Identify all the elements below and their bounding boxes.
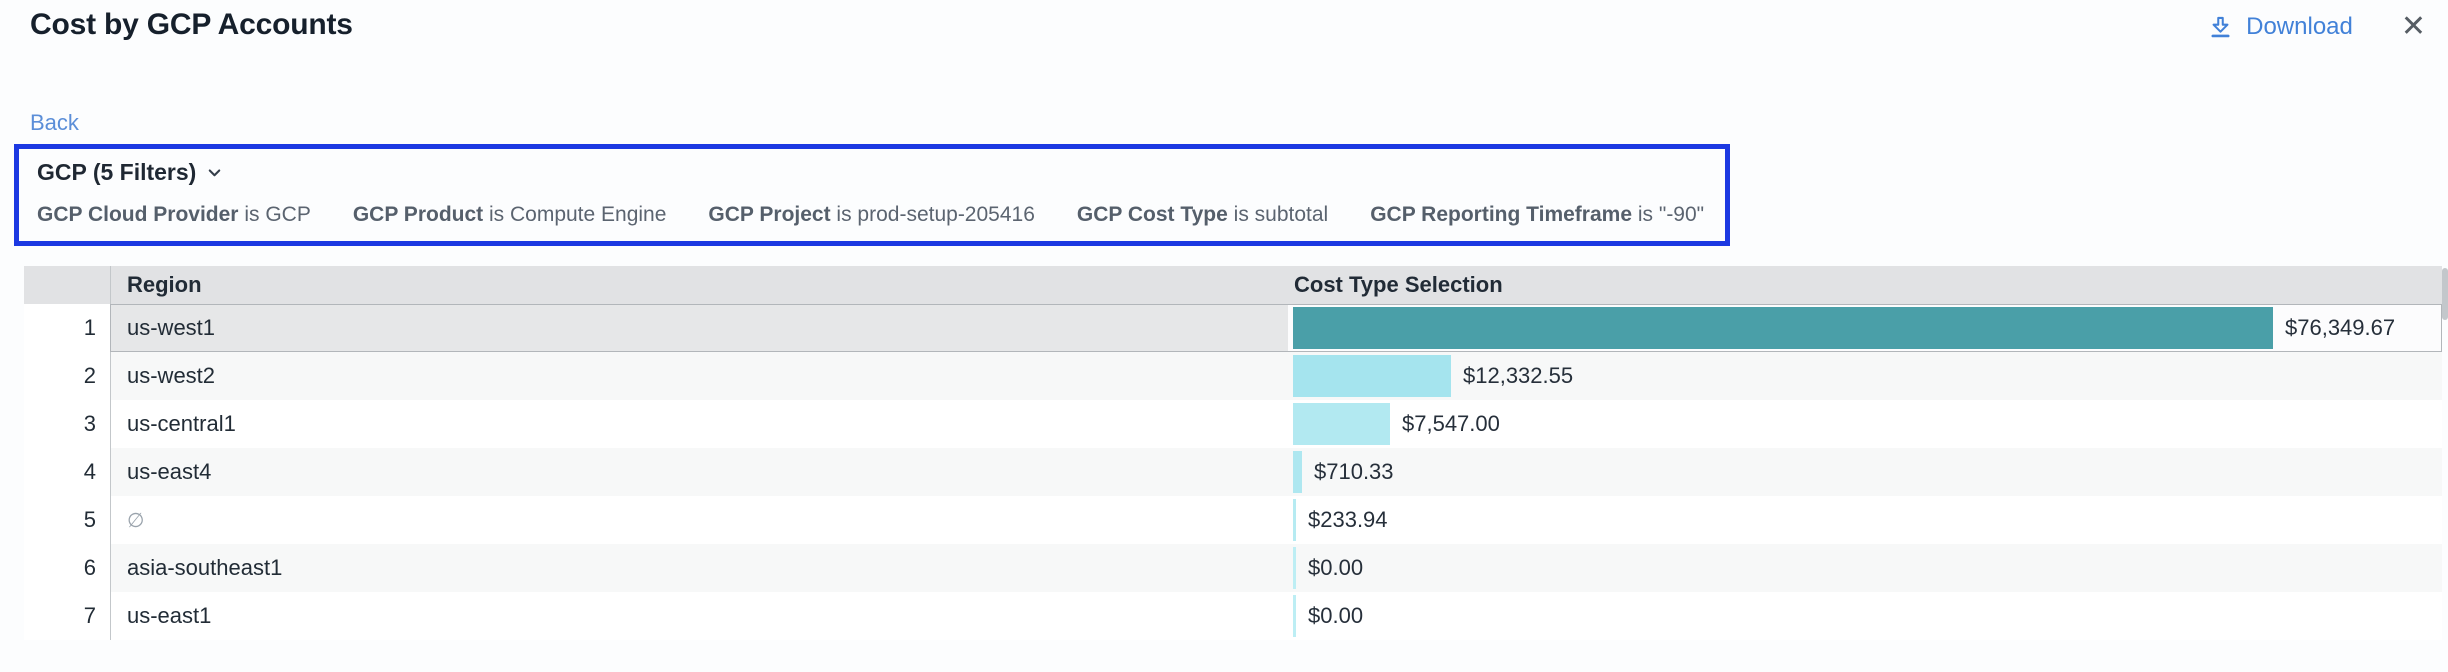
table-row[interactable]: 2 us-west2 $12,332.55 <box>24 352 2442 400</box>
row-number: 3 <box>24 400 110 448</box>
table-row[interactable]: 3 us-central1 $7,547.00 <box>24 400 2442 448</box>
cost-bar <box>1293 307 2273 349</box>
cost-value: $0.00 <box>1308 555 1363 581</box>
download-icon <box>2207 14 2234 41</box>
filter-condition: is subtotal <box>1234 203 1329 226</box>
row-number: 7 <box>24 592 110 640</box>
filter-chip[interactable]: GCP Product is Compute Engine <box>353 203 667 227</box>
cost-value: $0.00 <box>1308 603 1363 629</box>
cost-value: $12,332.55 <box>1463 363 1573 389</box>
filter-name: GCP Cost Type <box>1077 203 1228 226</box>
table-row[interactable]: 1 us-west1 $76,349.67 <box>24 304 2442 352</box>
table-row[interactable]: 6 asia-southeast1 $0.00 <box>24 544 2442 592</box>
region-cell[interactable]: us-west1 <box>110 304 1288 352</box>
top-actions: Download ✕ <box>2207 12 2426 42</box>
cost-value: $710.33 <box>1314 459 1394 485</box>
chevron-down-icon <box>205 163 224 182</box>
table-row[interactable]: 7 us-east1 $0.00 <box>24 592 2442 640</box>
region-cell[interactable]: asia-southeast1 <box>110 544 1288 592</box>
region-cell[interactable]: us-central1 <box>110 400 1288 448</box>
table-header-row: Region Cost Type Selection <box>24 266 2442 304</box>
cost-cell[interactable]: $710.33 <box>1288 448 2442 496</box>
column-header-region[interactable]: Region <box>110 266 1288 304</box>
cost-drill-modal: Cost by GCP Accounts Download ✕ Back GCP… <box>0 0 2448 672</box>
cost-cell[interactable]: $12,332.55 <box>1288 352 2442 400</box>
row-number: 4 <box>24 448 110 496</box>
filter-chip[interactable]: GCP Project is prod-setup-205416 <box>708 203 1034 227</box>
cost-cell[interactable]: $233.94 <box>1288 496 2442 544</box>
page-title: Cost by GCP Accounts <box>30 8 353 42</box>
scrollbar-thumb[interactable] <box>2442 268 2448 320</box>
row-number: 2 <box>24 352 110 400</box>
column-header-cost[interactable]: Cost Type Selection <box>1288 266 2442 304</box>
filter-condition: is Compute Engine <box>489 203 666 226</box>
cost-value: $76,349.67 <box>2285 315 2395 341</box>
row-number: 5 <box>24 496 110 544</box>
filter-condition: is GCP <box>244 203 311 226</box>
cost-bar <box>1293 451 1302 493</box>
cost-bar <box>1293 547 1296 589</box>
table-row[interactable]: 4 us-east4 $710.33 <box>24 448 2442 496</box>
filter-condition: is prod-setup-205416 <box>836 203 1034 226</box>
filter-panel: GCP (5 Filters) GCP Cloud Provider is GC… <box>14 144 1730 246</box>
cost-bar <box>1293 355 1451 397</box>
download-label: Download <box>2246 13 2353 41</box>
filter-chip[interactable]: GCP Reporting Timeframe is "-90" <box>1370 203 1704 227</box>
region-cell[interactable]: ∅ <box>110 496 1288 544</box>
region-cell[interactable]: us-east4 <box>110 448 1288 496</box>
results-table: Region Cost Type Selection 1 us-west1 $7… <box>24 266 2442 640</box>
filter-summary-label: GCP (5 Filters) <box>37 159 196 186</box>
column-header-rownum <box>24 266 110 304</box>
filter-name: GCP Cloud Provider <box>37 203 238 226</box>
vertical-scrollbar[interactable] <box>2442 266 2448 640</box>
cost-bar <box>1293 403 1390 445</box>
row-number: 6 <box>24 544 110 592</box>
download-button[interactable]: Download <box>2207 13 2353 41</box>
filter-chip[interactable]: GCP Cloud Provider is GCP <box>37 203 311 227</box>
filter-chip[interactable]: GCP Cost Type is subtotal <box>1077 203 1328 227</box>
table-row[interactable]: 5 ∅ $233.94 <box>24 496 2442 544</box>
filter-list: GCP Cloud Provider is GCP GCP Product is… <box>37 203 1704 227</box>
region-cell[interactable]: us-east1 <box>110 592 1288 640</box>
filter-name: GCP Product <box>353 203 483 226</box>
cost-cell[interactable]: $0.00 <box>1288 592 2442 640</box>
table-body: 1 us-west1 $76,349.67 2 us-west2 $12,332… <box>24 304 2442 640</box>
cost-bar <box>1293 499 1296 541</box>
cost-cell[interactable]: $0.00 <box>1288 544 2442 592</box>
row-number: 1 <box>24 304 110 352</box>
filter-name: GCP Reporting Timeframe <box>1370 203 1632 226</box>
cost-bar <box>1293 595 1296 637</box>
close-icon[interactable]: ✕ <box>2401 12 2426 42</box>
cost-value: $233.94 <box>1308 507 1388 533</box>
filter-condition: is "-90" <box>1638 203 1704 226</box>
filter-summary-toggle[interactable]: GCP (5 Filters) <box>37 159 224 186</box>
region-cell[interactable]: us-west2 <box>110 352 1288 400</box>
cost-cell[interactable]: $76,349.67 <box>1288 304 2442 352</box>
cost-cell[interactable]: $7,547.00 <box>1288 400 2442 448</box>
cost-value: $7,547.00 <box>1402 411 1500 437</box>
filter-name: GCP Project <box>708 203 830 226</box>
back-link[interactable]: Back <box>30 110 79 136</box>
